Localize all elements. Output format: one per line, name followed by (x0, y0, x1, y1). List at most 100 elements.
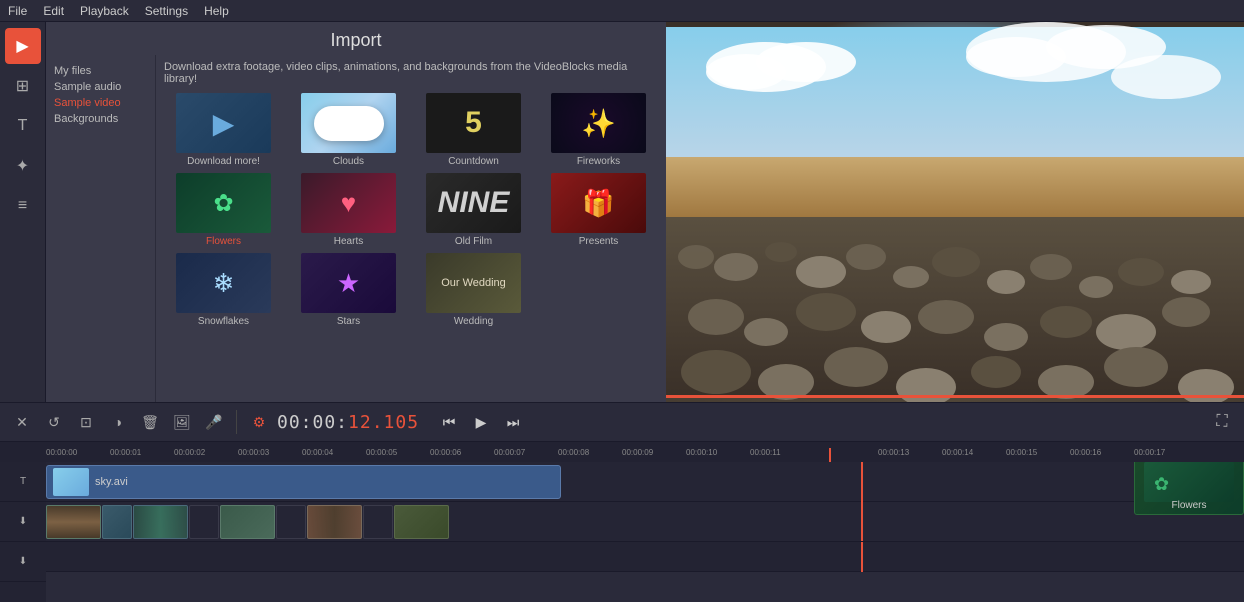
preview-video (666, 22, 1244, 402)
audio-seg-3[interactable] (189, 505, 219, 539)
thumb-wedding: Our Wedding (426, 253, 521, 313)
audio-seg-bg-6 (308, 506, 361, 538)
grid-item-flowers[interactable]: ✿ Flowers (164, 173, 283, 247)
ruler-mark-1: 00:00:01 (110, 448, 174, 457)
grid-item-wedding[interactable]: Our Wedding Wedding (414, 253, 533, 327)
label-snowflakes: Snowflakes (198, 316, 249, 327)
preview-panel (666, 22, 1244, 402)
ruler-mark-16: 00:00:16 (1070, 448, 1134, 457)
sidebar-icon-text[interactable]: T (5, 108, 41, 144)
ruler-mark-12 (814, 448, 878, 457)
audio-track[interactable] (46, 502, 1244, 542)
timeline-ruler: 00:00:00 00:00:01 00:00:02 00:00:03 00:0… (0, 442, 1244, 462)
label-hearts: Hearts (334, 236, 363, 247)
menu-file[interactable]: File (8, 4, 27, 18)
preview-svg (666, 22, 1244, 402)
menu-help[interactable]: Help (204, 4, 229, 18)
cloud-shape (314, 106, 384, 141)
ruler-mark-11: 00:00:11 (750, 448, 814, 457)
extra-playhead (861, 542, 863, 572)
grid-item-presents[interactable]: 🎁 Presents (539, 173, 658, 247)
audio-button[interactable]: 🎤 (200, 408, 228, 436)
audio-seg-5[interactable] (276, 505, 306, 539)
playback-controls: ⏮ ▶ ⏭ (435, 408, 527, 436)
track-label-video: T (0, 462, 46, 502)
settings-button[interactable]: ⚙ (245, 408, 273, 436)
ruler-mark-10: 00:00:10 (686, 448, 750, 457)
flowers-timeline-clip[interactable]: ✿ Flowers (1134, 462, 1244, 515)
audio-seg-6[interactable] (307, 505, 362, 539)
ruler-mark-17: 00:00:17 (1134, 448, 1198, 457)
audio-seg-2[interactable] (133, 505, 188, 539)
audio-segments (46, 505, 449, 539)
sidebar-icon-menu[interactable]: ≡ (5, 188, 41, 224)
close-button[interactable]: ✕ (8, 408, 36, 436)
menu-settings[interactable]: Settings (145, 4, 188, 18)
rewind-button[interactable]: ⏮ (435, 408, 463, 436)
countdown-number: 5 (465, 106, 482, 140)
grid-item-stars[interactable]: ★ Stars (289, 253, 408, 327)
crop-button[interactable]: ⊡ (72, 408, 100, 436)
grid-item-hearts[interactable]: ♥ Hearts (289, 173, 408, 247)
ruler-mark-9: 00:00:09 (622, 448, 686, 457)
svg-text:✿: ✿ (1154, 474, 1169, 494)
forward-button[interactable]: ⏭ (499, 408, 527, 436)
grid-item-clouds[interactable]: Clouds (289, 93, 408, 167)
menu-playback[interactable]: Playback (80, 4, 129, 18)
ruler-mark-2: 00:00:02 (174, 448, 238, 457)
video-track[interactable]: sky.avi ✿ Flowers (46, 462, 1244, 502)
audio-seg-1[interactable] (102, 505, 132, 539)
grid-item-download[interactable]: ▶ Download more! (164, 93, 283, 167)
contrast-button[interactable]: ◑ (104, 408, 132, 436)
audio-seg-8[interactable] (394, 505, 449, 539)
label-clouds: Clouds (333, 156, 364, 167)
audio-seg-bg-2 (134, 506, 187, 538)
audio-seg-bg-0 (47, 506, 100, 538)
play-button[interactable]: ▶ (467, 408, 495, 436)
video-clip-sky[interactable]: sky.avi (46, 465, 561, 499)
ruler-mark-13: 00:00:13 (878, 448, 942, 457)
filetree-sampleaudio[interactable]: Sample audio (50, 79, 151, 95)
ruler-mark-14: 00:00:14 (942, 448, 1006, 457)
grid-item-fireworks[interactable]: ✨ Fireworks (539, 93, 658, 167)
menu-edit[interactable]: Edit (43, 4, 64, 18)
clip-name-sky: sky.avi (95, 476, 128, 488)
filetree-myfiles[interactable]: My files (50, 63, 151, 79)
time-red: 12.105 (348, 412, 419, 433)
fullscreen-button[interactable]: ⛶ (1208, 408, 1236, 436)
ruler-playhead (829, 448, 831, 463)
sidebar-icon-media[interactable]: ⊞ (5, 68, 41, 104)
clip-thumb-sky (53, 468, 89, 496)
undo-button[interactable]: ↺ (40, 408, 68, 436)
sidebar-icon-effect[interactable]: ✦ (5, 148, 41, 184)
thumb-stars: ★ (301, 253, 396, 313)
delete-button[interactable]: 🗑 (136, 408, 164, 436)
thumb-download: ▶ (176, 93, 271, 153)
content-description: Download extra footage, video clips, ani… (164, 61, 658, 85)
filetree-backgrounds[interactable]: Backgrounds (50, 111, 151, 127)
tracks-content: sky.avi ✿ Flowers (46, 462, 1244, 602)
audio-seg-7[interactable] (363, 505, 393, 539)
ruler-mark-8: 00:00:08 (558, 448, 622, 457)
time-display: 00:00:12.105 (277, 412, 419, 433)
ruler-mark-0: 00:00:00 (46, 448, 110, 457)
track-labels: T ⬇ ⬇ (0, 462, 46, 602)
sidebar-icon-video[interactable]: ▶ (5, 28, 41, 64)
extra-track (46, 542, 1244, 572)
audio-playhead (861, 502, 863, 542)
label-stars: Stars (337, 316, 360, 327)
audio-seg-4[interactable] (220, 505, 275, 539)
grid-item-countdown[interactable]: 5 Countdown (414, 93, 533, 167)
audio-seg-0[interactable] (46, 505, 101, 539)
grid-item-snowflakes[interactable]: ❄ Snowflakes (164, 253, 283, 327)
label-presents: Presents (579, 236, 618, 247)
label-countdown: Countdown (448, 156, 499, 167)
flowers-clip-label: Flowers (1171, 500, 1206, 511)
filetree-samplevideo[interactable]: Sample video (50, 95, 151, 111)
menu-bar: File Edit Playback Settings Help (0, 0, 1244, 22)
thumb-hearts: ♥ (301, 173, 396, 233)
ruler-mark-5: 00:00:05 (366, 448, 430, 457)
snapshot-button[interactable]: 🖼 (168, 408, 196, 436)
ruler-mark-6: 00:00:06 (430, 448, 494, 457)
grid-item-oldfilm[interactable]: NINE Old Film (414, 173, 533, 247)
